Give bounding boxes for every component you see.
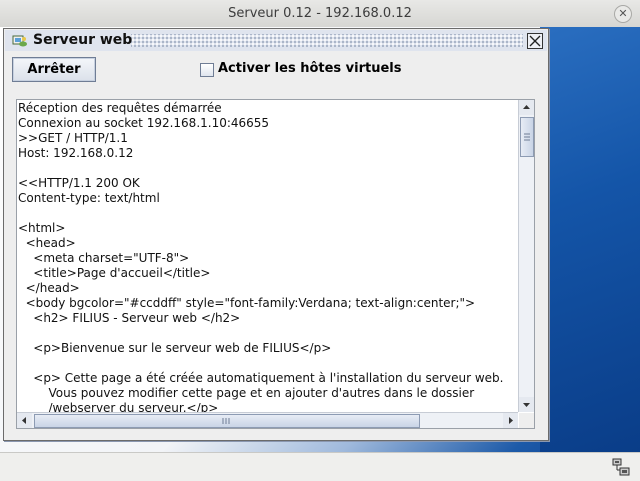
- scroll-down-arrow[interactable]: [519, 397, 534, 412]
- log-line: </head>: [18, 281, 80, 295]
- log-line: <p>Bienvenue sur le serveur web de FILIU…: [18, 341, 332, 355]
- status-bar: [0, 452, 640, 481]
- scroll-left-arrow[interactable]: [17, 413, 32, 428]
- log-line: <html>: [18, 221, 66, 235]
- log-line: <body bgcolor="#ccddff" style="font-fami…: [18, 296, 476, 310]
- log-line: /webserver du serveur.</p>: [18, 401, 219, 412]
- scroll-right-arrow[interactable]: [503, 413, 518, 428]
- server-icon: [12, 35, 27, 47]
- title-bar-texture: [131, 34, 523, 47]
- log-line: <p> Cette page a été créée automatiqueme…: [18, 371, 504, 385]
- network-icon[interactable]: [612, 458, 630, 476]
- close-icon[interactable]: [527, 33, 543, 49]
- server-log-area[interactable]: Réception des requêtes démarrée Connexio…: [16, 99, 535, 429]
- log-line: Réception des requêtes démarrée: [18, 101, 222, 115]
- log-line: <h2> FILIUS - Serveur web </h2>: [18, 311, 241, 325]
- virtual-hosts-checkbox[interactable]: [200, 63, 214, 77]
- vertical-scrollbar[interactable]: [518, 100, 534, 412]
- dialog-title: Serveur web: [33, 32, 133, 48]
- horizontal-scroll-thumb[interactable]: [34, 414, 420, 428]
- log-line: <title>Page d'accueil</title>: [18, 266, 211, 280]
- log-line: <head>: [18, 236, 76, 250]
- log-line: >>GET / HTTP/1.1: [18, 131, 128, 145]
- log-line: Host: 192.168.0.12: [18, 146, 134, 160]
- log-line: Vous pouvez modifier cette page et en aj…: [18, 386, 475, 400]
- virtual-hosts-label: Activer les hôtes virtuels: [218, 61, 402, 76]
- scrollbar-corner: [519, 413, 534, 428]
- horizontal-scrollbar[interactable]: [17, 412, 518, 428]
- window-title: Serveur 0.12 - 192.168.0.12: [228, 6, 412, 21]
- dialog-title-bar[interactable]: Serveur web: [5, 30, 547, 51]
- os-title-bar: Serveur 0.12 - 192.168.0.12 ✕: [0, 0, 640, 28]
- log-line: <meta charset="UTF-8">: [18, 251, 190, 265]
- desktop-wallpaper: [540, 27, 640, 452]
- web-server-dialog: Serveur web Arrêter Activer les hôtes vi…: [3, 28, 549, 441]
- close-icon[interactable]: ✕: [614, 5, 632, 23]
- log-text[interactable]: Réception des requêtes démarrée Connexio…: [18, 101, 518, 412]
- log-line: Content-type: text/html: [18, 191, 160, 205]
- log-lines: Réception des requêtes démarrée Connexio…: [18, 101, 518, 412]
- log-line: <<HTTP/1.1 200 OK: [18, 176, 140, 190]
- scroll-up-arrow[interactable]: [519, 100, 534, 115]
- log-line: Connexion au socket 192.168.1.10:46655: [18, 116, 270, 130]
- vertical-scroll-thumb[interactable]: [520, 117, 534, 157]
- stop-button[interactable]: Arrêter: [12, 57, 96, 82]
